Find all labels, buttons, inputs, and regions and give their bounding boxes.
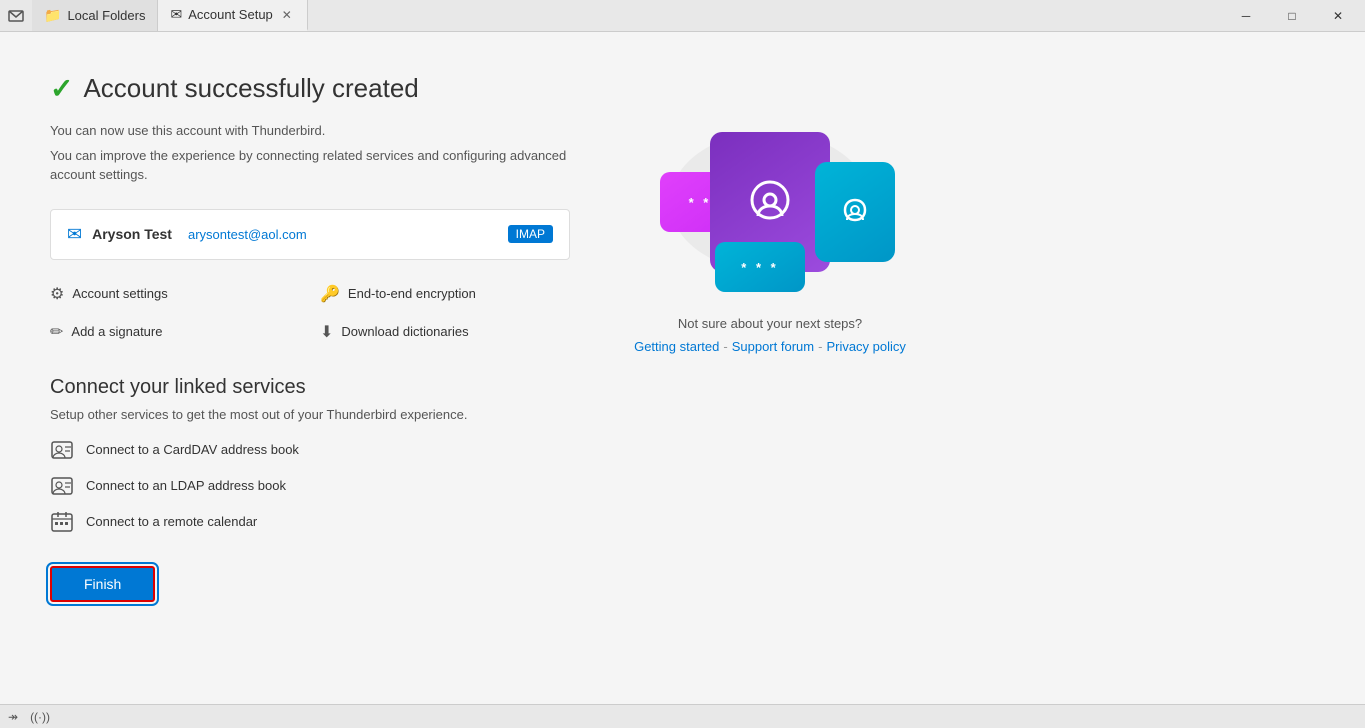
tab-bar: 📁 Local Folders ✉ Account Setup ✕ (32, 0, 1223, 31)
carddav-label: Connect to a CardDAV address book (86, 442, 299, 457)
account-email: arysontest@aol.com (188, 227, 307, 242)
ldap-label: Connect to an LDAP address book (86, 478, 286, 493)
right-links: Getting started - Support forum - Privac… (634, 339, 906, 354)
support-forum-link[interactable]: Support forum (732, 339, 814, 354)
tab-local-folders-label: Local Folders (67, 8, 145, 23)
service-list: Connect to a CardDAV address book Connec… (50, 438, 570, 534)
connect-subtitle: Setup other services to get the most out… (50, 407, 570, 422)
left-panel: ✓ Account successfully created You can n… (50, 72, 570, 664)
calendar-icon (50, 510, 74, 534)
close-tab-icon[interactable]: ✕ (279, 7, 295, 23)
calendar-label: Connect to a remote calendar (86, 514, 257, 529)
add-signature-link[interactable]: ✏ Add a signature (50, 318, 300, 346)
pencil-icon: ✏ (50, 322, 63, 342)
close-button[interactable]: ✕ (1315, 0, 1361, 32)
maximize-button[interactable]: □ (1269, 0, 1315, 32)
separator-2: - (818, 339, 822, 354)
minimize-button[interactable]: ─ (1223, 0, 1269, 32)
titlebar: 📁 Local Folders ✉ Account Setup ✕ ─ □ ✕ (0, 0, 1365, 32)
separator-1: - (723, 339, 727, 354)
signal-icon: ((·)) (30, 710, 50, 724)
blue-card (815, 162, 895, 262)
account-card: ✉ Aryson Test arysontest@aol.com IMAP (50, 209, 570, 260)
folder-icon: 📁 (44, 7, 61, 24)
download-icon: ⬇ (320, 322, 333, 342)
arrow-icon: ↠ (8, 710, 18, 724)
ldap-icon (50, 474, 74, 498)
ldap-link[interactable]: Connect to an LDAP address book (50, 474, 570, 498)
teal-card: * * * (715, 242, 805, 292)
not-sure-text: Not sure about your next steps? (678, 316, 862, 331)
tab-account-setup[interactable]: ✉ Account Setup ✕ (158, 0, 307, 31)
download-dictionaries-label: Download dictionaries (341, 324, 468, 339)
end-to-end-encryption-link[interactable]: 🔑 End-to-end encryption (320, 280, 570, 308)
end-to-end-label: End-to-end encryption (348, 286, 476, 301)
success-check-icon: ✓ (50, 72, 73, 105)
imap-badge: IMAP (508, 225, 553, 243)
illustration: * * * * * (640, 112, 900, 292)
app-icon (0, 0, 32, 32)
right-panel: * * * * * Not sure about your n (610, 72, 930, 664)
subtitle-line2: You can improve the experience by connec… (50, 146, 570, 185)
tab-account-setup-label: Account Setup (188, 7, 273, 22)
account-settings-label: Account settings (72, 286, 167, 301)
main-content: ✓ Account successfully created You can n… (0, 32, 1365, 704)
success-heading: ✓ Account successfully created (50, 72, 570, 105)
carddav-icon (50, 438, 74, 462)
download-dictionaries-link[interactable]: ⬇ Download dictionaries (320, 318, 570, 346)
account-name: Aryson Test (92, 226, 172, 242)
add-signature-label: Add a signature (71, 324, 162, 339)
account-settings-link[interactable]: ⚙ Account settings (50, 280, 300, 308)
email-icon: ✉ (170, 6, 182, 23)
tab-local-folders[interactable]: 📁 Local Folders (32, 0, 158, 31)
success-title: Account successfully created (83, 73, 418, 104)
calendar-link[interactable]: Connect to a remote calendar (50, 510, 570, 534)
account-email-icon: ✉ (67, 224, 82, 245)
window-controls: ─ □ ✕ (1223, 0, 1365, 32)
key-icon: 🔑 (320, 284, 340, 304)
settings-grid: ⚙ Account settings 🔑 End-to-end encrypti… (50, 280, 570, 346)
privacy-policy-link[interactable]: Privacy policy (826, 339, 905, 354)
carddav-link[interactable]: Connect to a CardDAV address book (50, 438, 570, 462)
gear-icon: ⚙ (50, 284, 64, 304)
subtitle-line1: You can now use this account with Thunde… (50, 121, 570, 141)
getting-started-link[interactable]: Getting started (634, 339, 719, 354)
statusbar: ↠ ((·)) (0, 704, 1365, 728)
connect-heading: Connect your linked services (50, 376, 570, 399)
finish-button[interactable]: Finish (50, 566, 155, 602)
